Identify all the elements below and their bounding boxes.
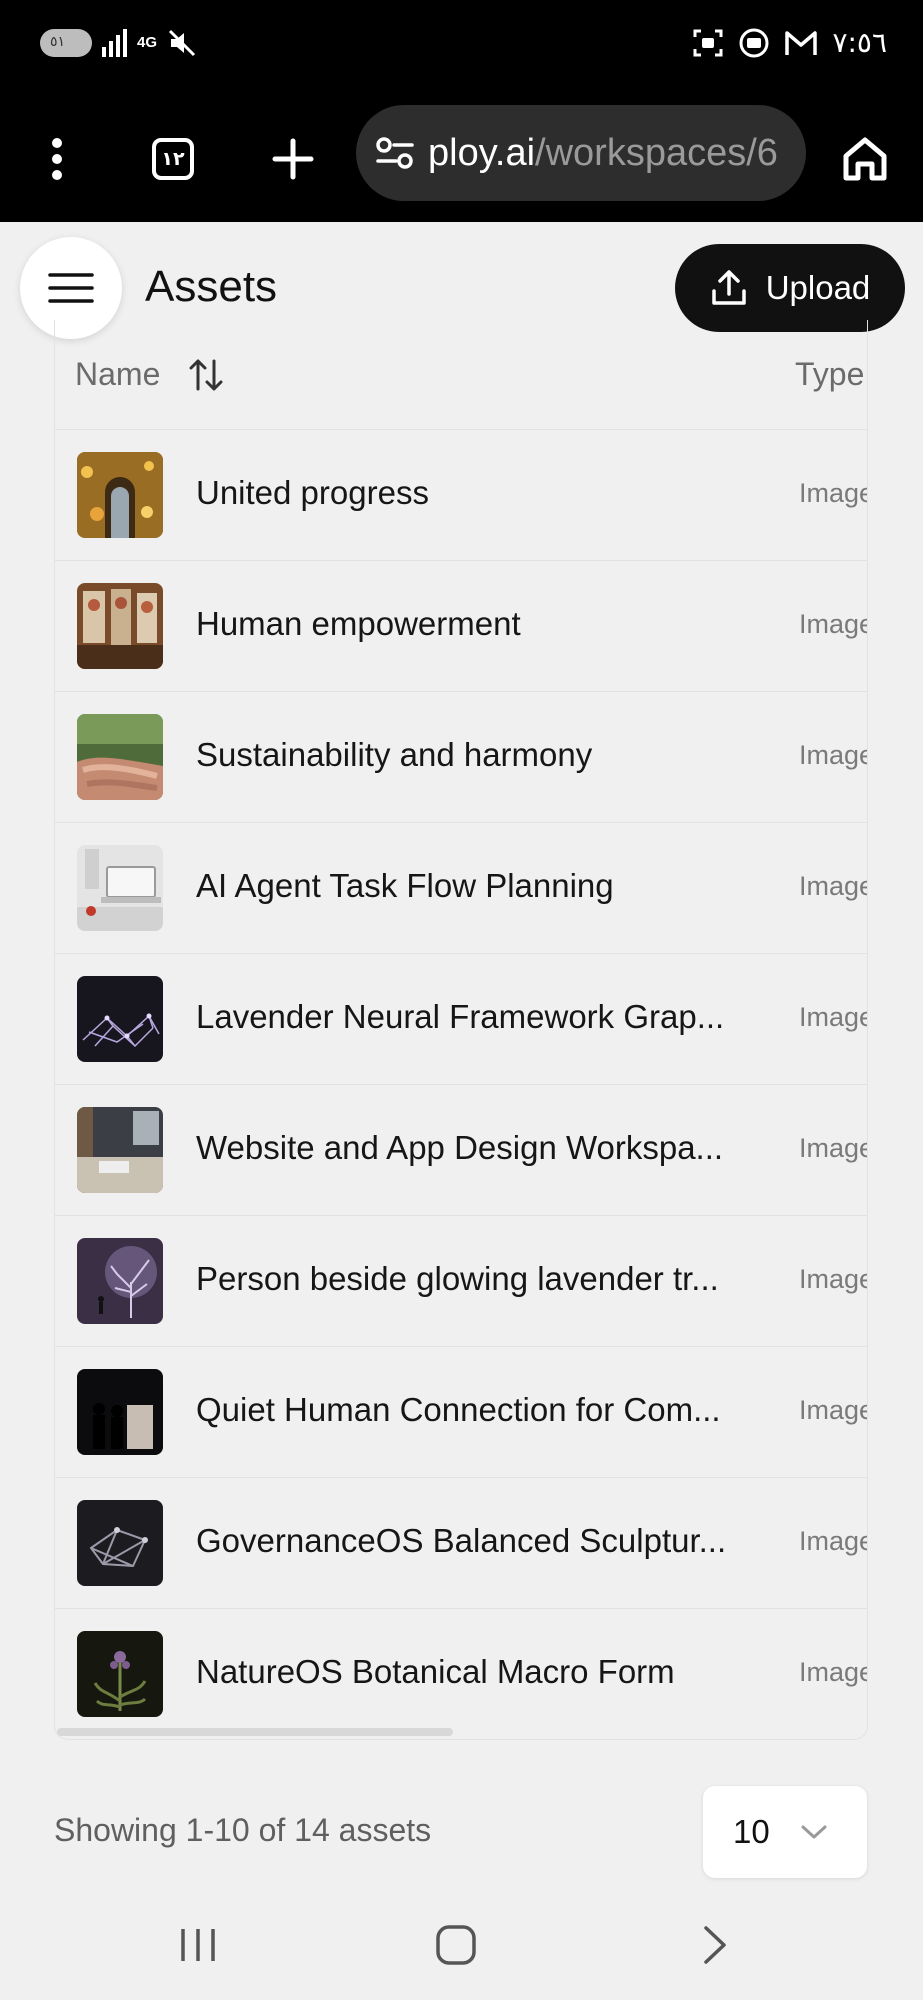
asset-type: Image (799, 1133, 868, 1163)
page-title: Assets (145, 262, 278, 311)
browser-toolbar: ١٢ ploy.ai/workspaces/6 (0, 96, 923, 222)
asset-thumbnail (77, 845, 163, 931)
asset-thumbnail (77, 1631, 163, 1717)
hamburger-menu-icon (48, 273, 94, 303)
asset-type: Image (799, 871, 868, 901)
site-settings-icon (376, 137, 414, 169)
page-size-select[interactable]: 10 (703, 1786, 867, 1878)
asset-name: NatureOS Botanical Macro Form (196, 1653, 675, 1690)
home-square-icon (436, 1925, 476, 1965)
home-nav-button[interactable] (416, 1910, 496, 1980)
asset-name: United progress (196, 474, 429, 511)
network-type: 4G (137, 34, 158, 51)
status-right: ٧:٥٦ (692, 26, 887, 59)
recent-apps-button[interactable] (158, 1910, 238, 1980)
asset-thumbnail (77, 1238, 163, 1324)
upload-icon (711, 270, 746, 305)
back-button[interactable] (675, 1910, 755, 1980)
screenshot-icon (693, 29, 723, 56)
table-row[interactable]: GovernanceOS Balanced Sculptur... Image (55, 1478, 867, 1609)
table-row[interactable]: Quiet Human Connection for Com... Image (55, 1347, 867, 1478)
table-row[interactable]: Lavender Neural Framework Grap... Image (55, 954, 867, 1085)
chevron-down-icon (801, 1825, 827, 1839)
status-bar: ٥١ 4G ٧:٥٦ (0, 0, 923, 96)
asset-name: Lavender Neural Framework Grap... (196, 998, 725, 1035)
table-row[interactable]: Human empowerment Image (55, 561, 867, 692)
asset-thumbnail (77, 714, 163, 800)
asset-type: Image (799, 1264, 868, 1294)
home-icon (843, 137, 887, 181)
table-row[interactable]: NatureOS Botanical Macro Form Image (55, 1609, 868, 1739)
status-left: ٥١ 4G (40, 28, 197, 58)
home-button[interactable] (830, 124, 900, 194)
mute-icon (168, 29, 196, 57)
url-host: ploy.ai (428, 131, 536, 174)
upload-button[interactable]: Upload (675, 244, 905, 332)
type-column-header[interactable]: Type (795, 356, 864, 393)
asset-type: Image (799, 1002, 868, 1032)
battery-saver-toggle-icon: ٥١ (40, 29, 92, 57)
browser-menu-button[interactable] (22, 124, 92, 194)
address-bar[interactable]: ploy.ai/workspaces/6 (356, 105, 806, 201)
name-column-header[interactable]: Name (75, 356, 224, 393)
asset-thumbnail (77, 452, 163, 538)
asset-type: Image (799, 1395, 868, 1425)
tab-count: ١٢ (152, 138, 194, 180)
url-text[interactable]: ploy.ai/workspaces/6 (428, 132, 778, 175)
asset-name: Human empowerment (196, 605, 521, 642)
table-row[interactable]: AI Agent Task Flow Planning Image (55, 823, 867, 954)
asset-thumbnail (77, 583, 163, 669)
asset-name: Sustainability and harmony (196, 736, 593, 773)
horizontal-scrollbar[interactable] (57, 1728, 453, 1736)
table-row[interactable]: Person beside glowing lavender tr... Ima… (55, 1216, 867, 1347)
tabs-button[interactable]: ١٢ (138, 124, 208, 194)
gmail-icon (785, 30, 818, 55)
new-tab-button[interactable] (258, 124, 328, 194)
page-size-value: 10 (733, 1813, 770, 1850)
asset-name: Quiet Human Connection for Com... (196, 1391, 721, 1428)
chevron-right-icon (704, 1926, 726, 1964)
asset-type: Image (799, 478, 868, 508)
more-vertical-icon (52, 138, 62, 180)
toggle-text: ٥١ (50, 34, 66, 50)
pagination-summary: Showing 1-10 of 14 assets (54, 1812, 432, 1848)
asset-thumbnail (77, 1369, 163, 1455)
clock: ٧:٥٦ (832, 26, 887, 59)
asset-name: AI Agent Task Flow Planning (196, 867, 614, 904)
asset-name: Person beside glowing lavender tr... (196, 1260, 719, 1297)
table-row[interactable]: United progress Image (55, 430, 867, 561)
asset-thumbnail (77, 976, 163, 1062)
asset-thumbnail (77, 1500, 163, 1586)
url-path: /workspaces/6 (535, 131, 778, 174)
upload-label: Upload (765, 269, 871, 306)
sort-arrows-icon[interactable] (188, 358, 224, 392)
signal-icon (102, 29, 127, 57)
system-nav-bar (0, 1890, 923, 2000)
name-column-label: Name (75, 356, 161, 392)
asset-type: Image (799, 1526, 868, 1556)
plus-icon (272, 138, 314, 180)
assets-table: Name Type United progress Image Human em… (54, 320, 868, 1740)
asset-type: Image (799, 740, 868, 770)
media-icon (739, 28, 769, 57)
table-row[interactable]: Sustainability and harmony Image (55, 692, 867, 823)
asset-name: Website and App Design Workspa... (196, 1129, 724, 1166)
table-header: Name Type (55, 320, 867, 430)
table-row[interactable]: Website and App Design Workspa... Image (55, 1085, 867, 1216)
recent-apps-icon (181, 1929, 215, 1961)
asset-type: Image (799, 1657, 868, 1687)
asset-type: Image (799, 609, 868, 639)
asset-thumbnail (77, 1107, 163, 1193)
asset-name: GovernanceOS Balanced Sculptur... (196, 1522, 727, 1559)
